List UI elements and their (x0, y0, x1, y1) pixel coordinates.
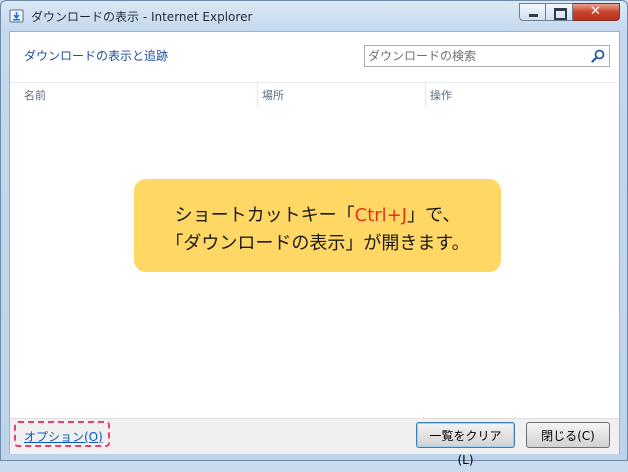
column-header-location[interactable]: 場所 (257, 82, 425, 108)
tip-callout: ショートカットキー「Ctrl+J」で、 「ダウンロードの表示」が開きます。 (134, 179, 501, 272)
column-header-actions[interactable]: 操作 (425, 82, 619, 108)
callout-line-1: ショートカットキー「Ctrl+J」で、 (134, 201, 501, 227)
window-title: ダウンロードの表示 - Internet Explorer (31, 10, 253, 24)
close-button[interactable]: 閉じる(C) (526, 422, 610, 448)
close-window-button[interactable]: ✕ (573, 3, 620, 21)
close-icon: ✕ (590, 4, 601, 19)
options-link[interactable]: オプション(O) (24, 428, 103, 445)
ie-download-icon (9, 9, 24, 23)
minimize-button[interactable] (519, 3, 546, 21)
clear-list-button[interactable]: 一覧をクリア(L) (416, 422, 515, 467)
page-title: ダウンロードの表示と追跡 (24, 49, 169, 63)
footer-bar: オプション(O) 一覧をクリア(L) 閉じる(C) (10, 418, 619, 467)
column-header-name[interactable]: 名前 (10, 82, 257, 108)
minimize-icon (529, 14, 538, 17)
search-input[interactable] (368, 48, 578, 64)
shortcut-key: Ctrl+J (354, 205, 408, 226)
callout-suffix: 」で、 (407, 205, 461, 226)
search-box[interactable] (364, 45, 610, 67)
title-bar[interactable]: ダウンロードの表示 - Internet Explorer ✕ (1, 1, 627, 31)
callout-line-2: 「ダウンロードの表示」が開きます。 (165, 233, 470, 254)
maximize-button[interactable] (546, 3, 573, 21)
callout-prefix: ショートカットキー「 (174, 205, 355, 226)
maximize-icon (554, 8, 567, 20)
download-window: ダウンロードの表示 - Internet Explorer ✕ ダウンロードの表… (0, 0, 628, 467)
search-icon[interactable] (591, 49, 605, 63)
